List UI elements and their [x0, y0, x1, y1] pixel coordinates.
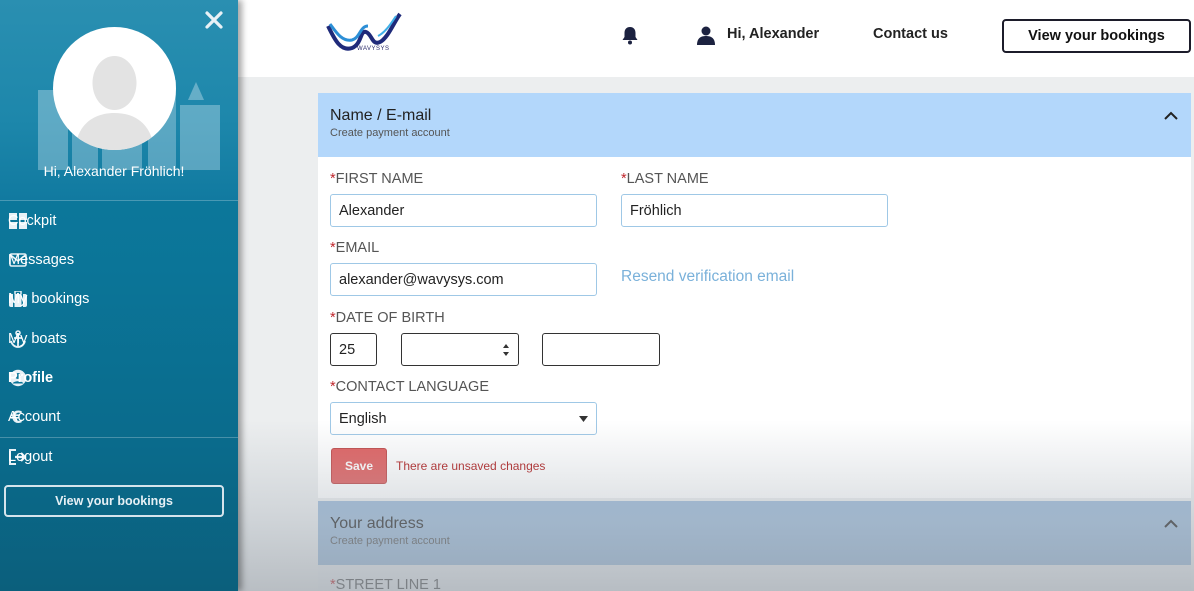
section-subtitle: Create payment account — [330, 535, 450, 547]
email-field[interactable]: alexander@wavysys.com — [330, 263, 597, 296]
logo-text: WAVYSYS — [357, 46, 390, 52]
language-value: English — [339, 410, 387, 427]
sidebar-item-my-boats[interactable]: My boats — [0, 319, 238, 358]
first-name-field[interactable]: Alexander — [330, 194, 597, 227]
sidebar-nav: Cockpit Messages My bookings My boats Pr… — [0, 201, 238, 477]
divider — [0, 436, 238, 438]
user-greeting[interactable]: Hi, Alexander — [727, 26, 819, 42]
bell-icon[interactable] — [621, 25, 639, 45]
close-icon[interactable] — [204, 10, 224, 30]
sidebar-item-label: Cockpit — [8, 212, 57, 229]
sidebar-item-profile[interactable]: Profile — [0, 358, 238, 397]
sidebar-item-label: My boats — [8, 330, 67, 347]
last-name-label: *LAST NAME — [621, 171, 709, 187]
avatar-placeholder-icon — [75, 56, 154, 150]
sidebar-item-my-bookings[interactable]: My bookings — [0, 280, 238, 319]
contact-language-select[interactable]: English — [330, 402, 597, 435]
address-section: Your address Create payment account *STR… — [318, 501, 1191, 591]
sidebar-item-label: Profile — [8, 369, 54, 386]
sidebar-item-label: Account — [8, 409, 61, 426]
view-bookings-button[interactable]: View your bookings — [1002, 19, 1191, 53]
sidebar-item-label: Messages — [8, 251, 75, 268]
section-title: Your address — [330, 515, 424, 532]
sidebar-greeting: Hi, Alexander Fröhlich! — [43, 163, 185, 179]
sidebar-item-messages[interactable]: Messages — [0, 240, 238, 279]
chevron-up-icon[interactable] — [1163, 109, 1179, 123]
sidebar-item-label: My bookings — [8, 291, 90, 308]
section-subtitle: Create payment account — [330, 127, 450, 139]
sidebar-view-bookings-button[interactable]: View your bookings — [4, 485, 224, 517]
chevron-down-icon — [579, 415, 588, 422]
dob-label: *DATE OF BIRTH — [330, 310, 445, 326]
select-arrows-icon — [503, 343, 509, 356]
sidebar-item-logout[interactable]: Logout — [0, 438, 238, 477]
dob-month-select[interactable] — [401, 333, 519, 366]
unsaved-changes-text: There are unsaved changes — [396, 459, 546, 473]
street-line-1-label: *STREET LINE 1 — [330, 577, 441, 591]
email-label: *EMAIL — [330, 240, 380, 256]
resend-verification-link[interactable]: Resend verification email — [621, 268, 794, 286]
section-title: Name / E-mail — [330, 107, 432, 124]
save-button[interactable]: Save — [331, 448, 387, 484]
contact-language-label: *CONTACT LANGUAGE — [330, 379, 490, 395]
chevron-up-icon[interactable] — [1163, 517, 1179, 531]
sidebar-item-account[interactable]: € Account — [0, 397, 238, 436]
sidebar-item-cockpit[interactable]: Cockpit — [0, 201, 238, 240]
section-header[interactable]: Your address Create payment account — [318, 501, 1191, 565]
sidebar: Hi, Alexander Fröhlich! Cockpit Messages… — [0, 0, 238, 591]
section-header[interactable]: Name / E-mail Create payment account — [318, 93, 1191, 157]
sidebar-header: Hi, Alexander Fröhlich! — [0, 0, 238, 200]
dob-day-field[interactable]: 25 — [330, 333, 377, 366]
sidebar-item-label: Logout — [8, 449, 53, 466]
first-name-label: *FIRST NAME — [330, 171, 424, 187]
avatar[interactable] — [53, 27, 176, 150]
dob-year-field[interactable] — [542, 333, 660, 366]
top-bar: WAVYSYS Hi, Alexander Contact us View yo… — [238, 0, 1194, 77]
contact-us-link[interactable]: Contact us — [873, 26, 948, 42]
name-email-section: Name / E-mail Create payment account *FI… — [318, 93, 1191, 498]
user-icon[interactable] — [696, 25, 716, 45]
last-name-field[interactable]: Fröhlich — [621, 194, 888, 227]
